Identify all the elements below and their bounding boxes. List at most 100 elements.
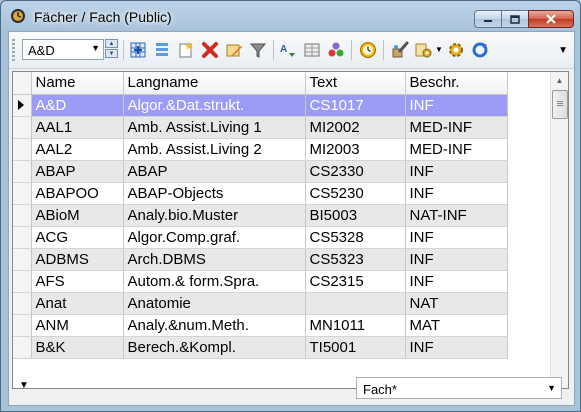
cell-name[interactable]: ACG (31, 226, 124, 249)
table-row[interactable]: ACG Algor.Comp.graf. CS5328 INF (13, 226, 508, 249)
cell-name[interactable]: Anat (31, 292, 124, 315)
cell-name[interactable]: AFS (31, 270, 124, 293)
row-indicator[interactable] (13, 314, 32, 337)
cell-beschr[interactable]: NAT-INF (405, 204, 508, 227)
cell-beschr[interactable]: MED-INF (405, 116, 508, 139)
table-row[interactable]: AAL1 Amb. Assist.Living 1 MI2002 MED-INF (13, 116, 508, 139)
table-row[interactable]: ABioM Analy.bio.Muster BI5003 NAT-INF (13, 204, 508, 227)
cell-langname[interactable]: Amb. Assist.Living 1 (123, 116, 306, 139)
sort-button[interactable]: A (277, 39, 299, 61)
chevron-down-icon[interactable]: ▼ (19, 380, 29, 391)
list-view-button[interactable] (151, 39, 173, 61)
spin-down-button[interactable]: ▼ (105, 49, 118, 58)
table-row[interactable]: ABAPOO ABAP-Objects CS5230 INF (13, 182, 508, 205)
chevron-down-icon[interactable]: ▼ (558, 45, 568, 56)
cell-langname[interactable]: Berech.&Kompl. (123, 336, 306, 359)
column-header-langname[interactable]: Langname (123, 72, 306, 95)
table-row[interactable]: AFS Autom.& form.Spra. CS2315 INF (13, 270, 508, 293)
subject-selector[interactable]: A&D ▼ (22, 39, 104, 60)
options-dropdown-button[interactable] (413, 39, 435, 61)
gear-button[interactable] (445, 39, 467, 61)
row-indicator[interactable] (13, 138, 32, 161)
edit-button[interactable] (223, 39, 245, 61)
cell-name[interactable]: A&D (31, 94, 124, 117)
row-indicator[interactable] (13, 182, 32, 205)
filter-button[interactable] (247, 39, 269, 61)
table-row[interactable]: ANM Analy.&num.Meth. MN1011 MAT (13, 314, 508, 337)
cell-text[interactable]: CS5230 (305, 182, 406, 205)
cell-langname[interactable]: Algor.&Dat.strukt. (123, 94, 306, 117)
cell-beschr[interactable]: INF (405, 94, 508, 117)
cell-text[interactable]: MI2003 (305, 138, 406, 161)
cell-beschr[interactable]: MAT (405, 314, 508, 337)
scroll-thumb[interactable] (552, 90, 568, 119)
relations-button[interactable] (325, 39, 347, 61)
cell-name[interactable]: ADBMS (31, 248, 124, 271)
table-row[interactable]: ADBMS Arch.DBMS CS5323 INF (13, 248, 508, 271)
grid-layout-button[interactable] (301, 39, 323, 61)
cell-name[interactable]: AAL1 (31, 116, 124, 139)
cell-beschr[interactable]: INF (405, 182, 508, 205)
clock-button[interactable] (357, 39, 379, 61)
row-indicator[interactable] (13, 336, 32, 359)
chevron-down-icon[interactable]: ▼ (435, 45, 443, 54)
row-indicator[interactable] (13, 94, 32, 117)
cell-beschr[interactable]: NAT (405, 292, 508, 315)
cell-beschr[interactable]: MED-INF (405, 138, 508, 161)
cell-name[interactable]: ABioM (31, 204, 124, 227)
cell-langname[interactable]: ABAP-Objects (123, 182, 306, 205)
cell-langname[interactable]: Amb. Assist.Living 2 (123, 138, 306, 161)
table-row[interactable]: AAL2 Amb. Assist.Living 2 MI2003 MED-INF (13, 138, 508, 161)
app-clock-icon[interactable] (10, 8, 26, 24)
cell-name[interactable]: ABAP (31, 160, 124, 183)
column-header-beschr[interactable]: Beschr. (405, 72, 508, 95)
cell-langname[interactable]: Analy.&num.Meth. (123, 314, 306, 337)
cell-langname[interactable]: Arch.DBMS (123, 248, 306, 271)
cell-beschr[interactable]: INF (405, 160, 508, 183)
table-row[interactable]: B&K Berech.&Kompl. TI5001 INF (13, 336, 508, 359)
cell-beschr[interactable]: INF (405, 226, 508, 249)
cell-text[interactable] (305, 292, 406, 315)
cell-langname[interactable]: ABAP (123, 160, 306, 183)
minimize-button[interactable] (474, 10, 501, 28)
cell-text[interactable]: CS5328 (305, 226, 406, 249)
refresh-button[interactable] (469, 39, 491, 61)
cell-langname[interactable]: Autom.& form.Spra. (123, 270, 306, 293)
cell-langname[interactable]: Algor.Comp.graf. (123, 226, 306, 249)
spin-up-button[interactable]: ▲ (105, 39, 118, 48)
subjects-grid[interactable]: Name Langname Text Beschr. A&D Algor.&Dat… (12, 71, 569, 389)
row-indicator[interactable] (13, 204, 32, 227)
cell-beschr[interactable]: INF (405, 336, 508, 359)
vertical-scrollbar[interactable]: ▲ ▼ (550, 72, 568, 388)
cell-text[interactable]: MN1011 (305, 314, 406, 337)
add-record-button[interactable] (127, 39, 149, 61)
column-header-text[interactable]: Text (305, 72, 406, 95)
cell-beschr[interactable]: INF (405, 270, 508, 293)
cell-text[interactable]: TI5001 (305, 336, 406, 359)
cell-langname[interactable]: Analy.bio.Muster (123, 204, 306, 227)
title-bar[interactable]: Fächer / Fach (Public) (1, 1, 580, 31)
settings-brush-button[interactable] (389, 39, 411, 61)
toolbar-grip[interactable] (12, 39, 15, 61)
row-indicator[interactable] (13, 160, 32, 183)
cell-name[interactable]: AAL2 (31, 138, 124, 161)
scroll-up-button[interactable]: ▲ (551, 72, 568, 89)
cell-name[interactable]: B&K (31, 336, 124, 359)
row-indicator[interactable] (13, 116, 32, 139)
cell-text[interactable]: CS2315 (305, 270, 406, 293)
close-button[interactable] (528, 10, 574, 28)
cell-name[interactable]: ANM (31, 314, 124, 337)
cell-beschr[interactable]: INF (405, 248, 508, 271)
cell-text[interactable]: BI5003 (305, 204, 406, 227)
row-indicator[interactable] (13, 248, 32, 271)
cell-text[interactable]: CS5323 (305, 248, 406, 271)
cell-langname[interactable]: Anatomie (123, 292, 306, 315)
new-document-button[interactable] (175, 39, 197, 61)
cell-text[interactable]: CS2330 (305, 160, 406, 183)
view-selector[interactable]: Fach* ▼ (356, 377, 562, 399)
table-row[interactable]: ABAP ABAP CS2330 INF (13, 160, 508, 183)
table-row[interactable]: Anat Anatomie NAT (13, 292, 508, 315)
delete-button[interactable] (199, 39, 221, 61)
cell-text[interactable]: MI2002 (305, 116, 406, 139)
maximize-button[interactable] (501, 10, 528, 28)
